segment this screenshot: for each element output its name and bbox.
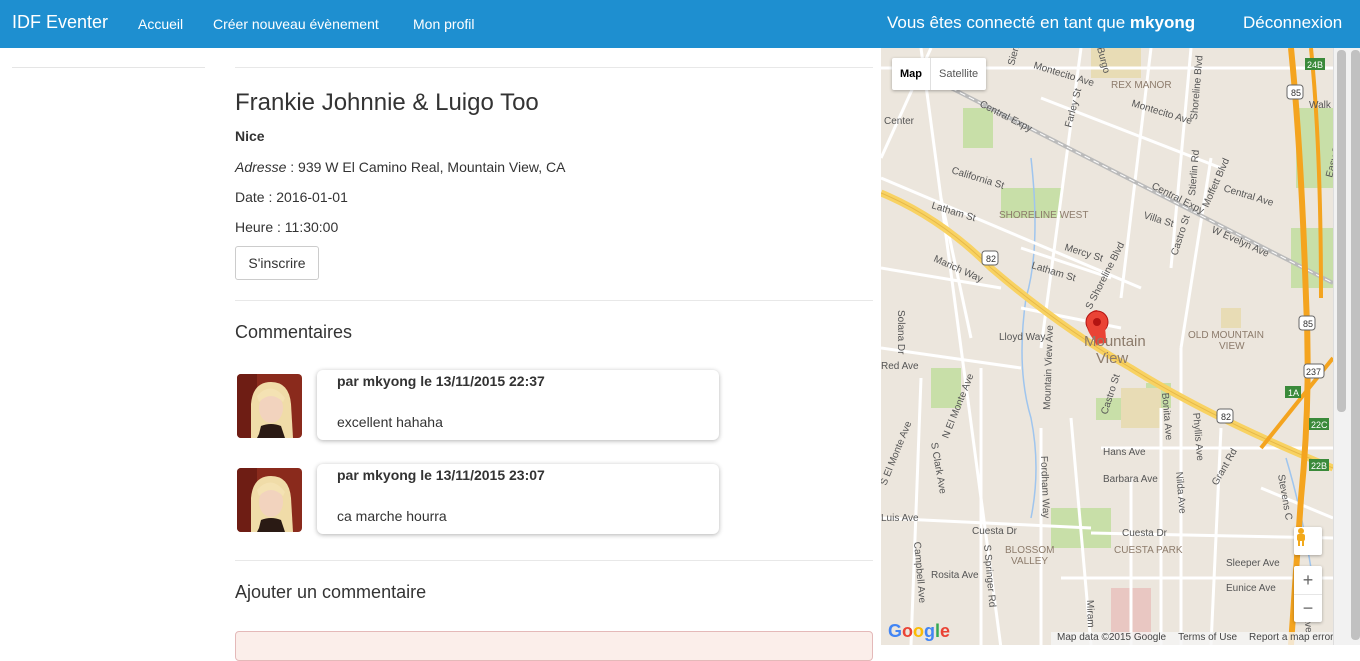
add-comment-title: Ajouter un commentaire: [235, 582, 427, 602]
page-scrollbar-thumb[interactable]: [1351, 50, 1360, 640]
map-label-luis: Luis Ave: [881, 513, 919, 524]
map-label-center: Center: [884, 116, 915, 127]
map-shield-82-a: 82: [986, 254, 996, 264]
google-letter: g: [924, 621, 936, 641]
map-label-sleeper: Sleeper Ave: [1226, 558, 1280, 569]
comment-text: excellent hahaha: [337, 414, 443, 430]
map-shield-237: 237: [1306, 367, 1321, 377]
map-tiles[interactable]: Mountain View REX MANOR SHORELINE WEST O…: [881, 48, 1333, 645]
street-view-pegman-icon[interactable]: [1294, 527, 1322, 555]
zoom-control: + −: [1294, 566, 1322, 622]
map-label-view: View: [1096, 350, 1128, 367]
map-shield-82-b: 82: [1221, 412, 1231, 422]
nav-link-accueil[interactable]: Accueil: [138, 16, 183, 32]
nav-link-create-event[interactable]: Créer nouveau évènement: [213, 16, 379, 32]
event-title: Frankie Johnnie & Luigo Too: [235, 89, 539, 116]
comment-bubble: par mkyong le 13/11/2015 23:07 ca marche…: [317, 464, 719, 534]
map-label-cuesta-dr: Cuesta Dr: [972, 526, 1018, 537]
map-type-map-button[interactable]: Map: [892, 58, 931, 90]
top-navbar: IDF Eventer Accueil Créer nouveau évènem…: [0, 0, 1360, 48]
map-label-cuesta-dr-2: Cuesta Dr: [1122, 528, 1168, 539]
map-attribution: Map data ©2015 Google Terms of Use Repor…: [1051, 632, 1333, 645]
comments-title: Commentaires: [235, 322, 353, 342]
divider: [235, 560, 873, 561]
map-label-lloyd: Lloyd Way: [999, 332, 1045, 343]
map-exit-22b: 22B: [1311, 461, 1327, 471]
report-map-error-link[interactable]: Report a map error: [1249, 632, 1333, 645]
event-venue: Nice: [235, 128, 265, 144]
google-letter: G: [888, 621, 903, 641]
event-map[interactable]: Mountain View REX MANOR SHORELINE WEST O…: [881, 48, 1333, 645]
register-button[interactable]: S'inscrire: [235, 246, 319, 280]
map-label-hans: Hans Ave: [1103, 447, 1146, 458]
map-label-cuesta-park: CUESTA PARK: [1114, 545, 1183, 556]
map-type-control: Map Satellite: [892, 58, 987, 90]
comment-item: par mkyong le 13/11/2015 23:07 ca marche…: [237, 464, 721, 534]
map-data-credit: Map data ©2015 Google: [1057, 632, 1167, 643]
divider: [235, 300, 873, 301]
avatar: [237, 374, 302, 438]
nav-link-profile[interactable]: Mon profil: [413, 16, 474, 32]
zoom-in-button[interactable]: +: [1294, 566, 1322, 594]
map-label-red-ave: Red Ave: [881, 361, 919, 372]
zoom-out-button[interactable]: −: [1294, 594, 1322, 622]
logout-link[interactable]: Déconnexion: [1243, 13, 1342, 33]
map-exit-22c: 22C: [1311, 420, 1328, 430]
comment-author: par mkyong le 13/11/2015 23:07: [337, 467, 545, 483]
map-label-mountain: Mountain: [1084, 333, 1146, 350]
map-type-satellite-button[interactable]: Satellite: [931, 58, 986, 90]
event-date: Date : 2016-01-01: [235, 189, 348, 205]
map-label-rosita: Rosita Ave: [931, 570, 979, 581]
comment-author: par mkyong le 13/11/2015 22:37: [337, 373, 545, 389]
page-scrollbar[interactable]: [1333, 48, 1360, 645]
sidebar-divider: [12, 67, 205, 68]
map-label-fordham: Fordham Way: [1038, 456, 1051, 519]
map-label-old-mv-2: VIEW: [1219, 341, 1245, 352]
comment-bubble: par mkyong le 13/11/2015 22:37 excellent…: [317, 370, 719, 440]
map-label-blossom: BLOSSOM: [1005, 545, 1054, 556]
comment-form-alert: [235, 631, 873, 661]
map-label-barbara: Barbara Ave: [1103, 474, 1158, 485]
map-exit-24b: 24B: [1307, 60, 1323, 70]
event-time: Heure : 11:30:00: [235, 219, 339, 235]
avatar: [237, 468, 302, 532]
google-letter: o: [913, 621, 925, 641]
google-logo[interactable]: Google: [888, 621, 950, 642]
map-label-solana: Solana Dr: [895, 310, 906, 355]
address-label: Adresse: [235, 159, 287, 175]
map-label-walk: Walk: [1309, 100, 1332, 111]
map-label-eunice: Eunice Ave: [1226, 583, 1276, 594]
map-label-shoreline-west: SHORELINE WEST: [999, 210, 1088, 221]
comment-text: ca marche hourra: [337, 508, 447, 524]
event-address: Adresse : 939 W El Camino Real, Mountain…: [235, 159, 565, 175]
map-shield-85-b: 85: [1303, 319, 1313, 329]
google-letter: e: [940, 621, 951, 641]
google-letter: o: [902, 621, 914, 641]
terms-of-use-link[interactable]: Terms of Use: [1178, 632, 1237, 645]
connected-label: Vous êtes connecté en tant que: [887, 13, 1126, 32]
map-label-old-mv: OLD MOUNTAIN: [1188, 330, 1264, 341]
divider: [235, 67, 873, 68]
connected-as-text: Vous êtes connecté en tant que mkyong: [887, 13, 1195, 33]
address-value: : 939 W El Camino Real, Mountain View, C…: [286, 159, 566, 175]
username: mkyong: [1129, 13, 1196, 32]
map-label-valley: VALLEY: [1011, 556, 1048, 567]
map-shield-85-a: 85: [1291, 88, 1301, 98]
map-label-miram: Miram: [1084, 600, 1096, 628]
brand-link[interactable]: IDF Eventer: [12, 12, 108, 33]
map-scrollbar-thumb[interactable]: [1337, 50, 1346, 412]
map-exit-1a: 1A: [1288, 388, 1299, 398]
event-detail: Frankie Johnnie & Luigo Too Nice Adresse…: [235, 48, 873, 661]
comment-item: par mkyong le 13/11/2015 22:37 excellent…: [237, 370, 721, 440]
map-label-rex-manor: REX MANOR: [1111, 80, 1172, 91]
